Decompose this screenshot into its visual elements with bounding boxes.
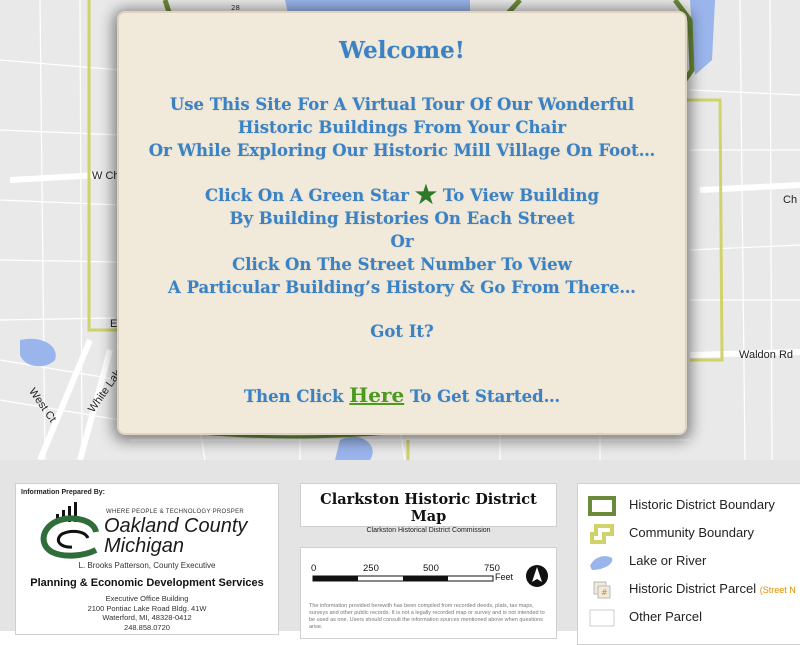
scale-bar — [312, 565, 548, 587]
welcome-dialog: Welcome! Use This Site For A Virtual Tou… — [119, 13, 685, 433]
star-instruction-line: Click On A Green Star ★ To View Building — [119, 180, 685, 209]
instructions-text: Click On A Green Star ★ To View Building… — [119, 180, 685, 299]
lake-swatch-icon — [590, 556, 613, 570]
legend-label: Other Parcel — [629, 609, 702, 624]
address-line: Executive Office Building — [105, 594, 189, 603]
department-name: Planning & Economic Development Services — [30, 577, 264, 589]
here-link[interactable]: Here — [349, 383, 404, 407]
scale-panel: 0 250 500 750 Feet The information provi… — [300, 547, 557, 639]
community-boundary-swatch-icon — [590, 524, 614, 544]
instruction-line: A Particular Building’s History & Go Fro… — [168, 278, 636, 297]
legend-panel: Historic District Boundary Community Bou… — [577, 483, 800, 645]
parcel-number[interactable]: 28 — [231, 4, 240, 12]
instruction-line: Click On The Street Number To View — [232, 255, 572, 274]
historic-parcel-swatch-icon: # — [593, 581, 611, 599]
get-started-line: Then Click Here To Get Started… — [119, 384, 685, 408]
intro-line: Or While Exploring Our Historic Mill Vil… — [148, 141, 656, 160]
legend-label: Historic District Boundary — [629, 497, 775, 512]
got-it-text: Got It? — [370, 322, 434, 341]
street-label: Ch — [783, 194, 798, 206]
map-title: Clarkston Historic District Map — [320, 491, 537, 525]
county-name-line: Michigan — [104, 535, 185, 557]
intro-text: Use This Site For A Virtual Tour Of Our … — [119, 93, 685, 162]
info-panel: Information Prepared By: WHERE PEOPLE & … — [15, 483, 279, 635]
map-title-panel: Clarkston Historic District Map Clarksto… — [300, 483, 557, 534]
intro-line: Use This Site For A Virtual Tour Of Our … — [169, 95, 635, 114]
svg-text:#: # — [601, 588, 608, 597]
legend-label: Lake or River — [629, 553, 707, 568]
street-label: Waldon Rd — [739, 349, 794, 361]
welcome-title: Welcome! — [339, 37, 465, 64]
other-parcel-swatch-icon — [589, 609, 615, 627]
county-executive: L. Brooks Patterson, County Executive — [78, 561, 216, 570]
then-click-text: Then Click — [243, 387, 344, 406]
county-name-line: Oakland County — [104, 515, 248, 537]
address-line: Waterford, MI, 48328-0412 — [102, 613, 192, 622]
legend-label: Community Boundary — [629, 525, 754, 540]
map-footer: Information Prepared By: WHERE PEOPLE & … — [0, 460, 800, 645]
department-address: Executive Office Building 2100 Pontiac L… — [16, 594, 278, 632]
instruction-text: To View Building — [442, 186, 600, 205]
instruction-text: Click On A Green Star — [204, 186, 409, 205]
intro-line: Historic Buildings From Your Chair — [237, 118, 567, 137]
county-name: Oakland County Michigan — [104, 516, 247, 556]
disclaimer-text: The information provided herewith has be… — [309, 603, 545, 630]
map-subtitle: Clarkston Historical District Commission — [366, 527, 491, 534]
historic-boundary-swatch-icon — [588, 496, 616, 516]
prepared-by-label: Information Prepared By: — [21, 489, 106, 496]
address-line: 2100 Pontiac Lake Road Bldg. 41W — [87, 603, 207, 613]
instruction-line: Or — [390, 232, 414, 251]
street-label: W Ch — [92, 170, 120, 182]
legend-label-text: Historic District Parcel — [629, 581, 757, 596]
green-star-icon: ★ — [414, 180, 438, 209]
legend-label: Historic District Parcel (Street N — [629, 581, 796, 596]
legend-note: (Street N — [759, 585, 796, 595]
oakland-county-logo-icon — [40, 502, 99, 559]
get-started-text: To Get Started… — [409, 387, 561, 406]
street-label: E — [110, 318, 118, 330]
instruction-line: By Building Histories On Each Street — [229, 209, 575, 228]
